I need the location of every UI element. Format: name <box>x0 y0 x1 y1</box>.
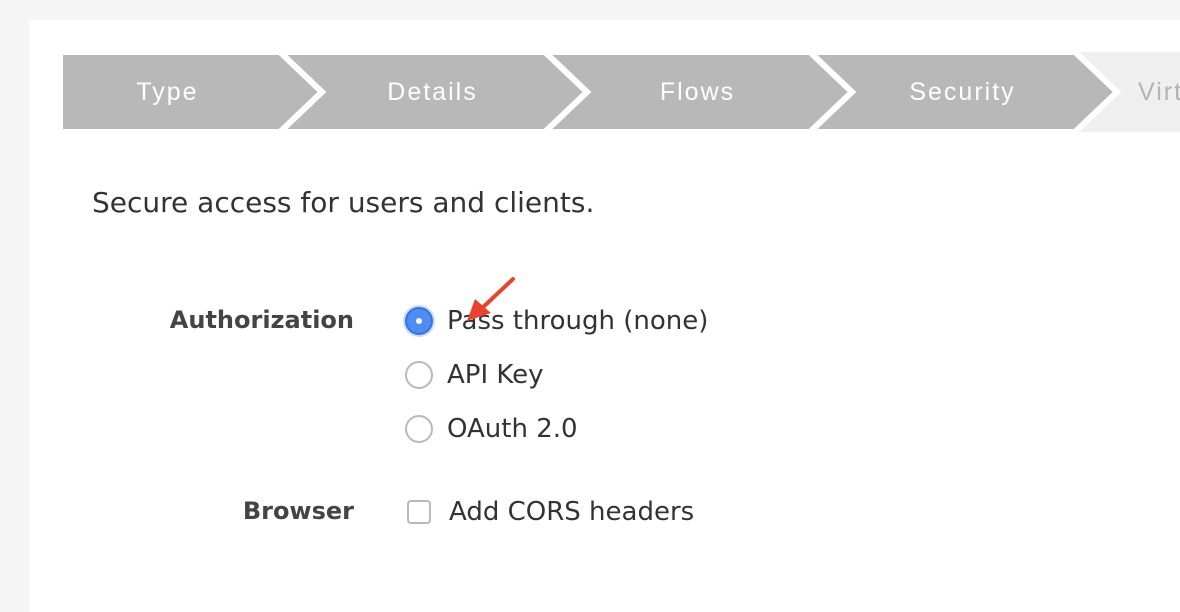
content-panel: Type Details Flows Security Virt Secure … <box>29 20 1180 612</box>
step-virtual[interactable]: Virt <box>1138 52 1180 132</box>
wizard-steps: Type Details Flows Security Virt <box>60 52 1180 132</box>
radio-oauth[interactable]: OAuth 2.0 <box>405 411 578 447</box>
step-type[interactable]: Type <box>60 52 275 132</box>
browser-label: Browser <box>242 497 354 525</box>
red-arrow-icon <box>467 277 515 321</box>
cors-checkbox-control[interactable] <box>407 500 431 524</box>
cors-checkbox[interactable]: Add CORS headers <box>405 494 694 530</box>
step-security[interactable]: Security <box>835 52 1090 132</box>
radio-api-key-label: API Key <box>447 360 544 390</box>
radio-pass-through-control[interactable] <box>405 307 433 335</box>
radio-oauth-control[interactable] <box>405 415 433 443</box>
step-flows[interactable]: Flows <box>570 52 825 132</box>
radio-pass-through[interactable]: Pass through (none) <box>405 303 708 339</box>
cors-checkbox-label: Add CORS headers <box>449 497 695 527</box>
step-details[interactable]: Details <box>305 52 560 132</box>
radio-api-key-control[interactable] <box>405 361 433 389</box>
authorization-label: Authorization <box>169 306 354 334</box>
section-description: Secure access for users and clients. <box>92 186 595 219</box>
radio-api-key[interactable]: API Key <box>405 357 544 393</box>
radio-oauth-label: OAuth 2.0 <box>447 414 578 444</box>
